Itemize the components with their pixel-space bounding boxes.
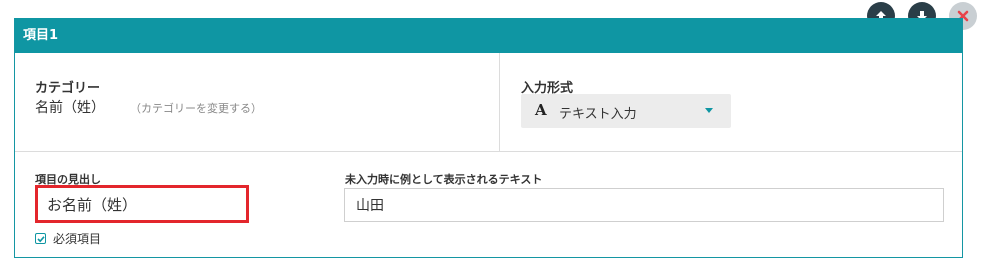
required-label: 必須項目 [53, 232, 102, 246]
category-label: カテゴリー [35, 81, 101, 96]
item-panel: 項目1 カテゴリー 名前（姓） （カテゴリーを変更する） 入力形式 A テキスト… [14, 18, 963, 258]
text-format-icon: A [535, 101, 547, 119]
category-format-row: カテゴリー 名前（姓） （カテゴリーを変更する） 入力形式 A テキスト入力 [15, 53, 962, 152]
placeholder-text-input[interactable] [344, 188, 944, 222]
item-heading-input[interactable] [35, 185, 249, 223]
change-category-link[interactable]: （カテゴリーを変更する） [130, 100, 262, 116]
required-checkbox[interactable]: 必須項目 [35, 230, 101, 247]
item-editor: 項目1 カテゴリー 名前（姓） （カテゴリーを変更する） 入力形式 A テキスト… [0, 0, 983, 272]
checkbox-checked-icon [35, 233, 46, 244]
placeholder-text-label: 未入力時に例として表示されるテキスト [345, 173, 543, 186]
input-format-select[interactable]: A テキスト入力 [521, 94, 731, 128]
panel-title: 項目1 [15, 18, 962, 53]
chevron-down-icon [705, 108, 713, 113]
input-format-value: テキスト入力 [559, 107, 637, 122]
column-divider [499, 53, 500, 151]
category-value: 名前（姓） [35, 100, 105, 116]
